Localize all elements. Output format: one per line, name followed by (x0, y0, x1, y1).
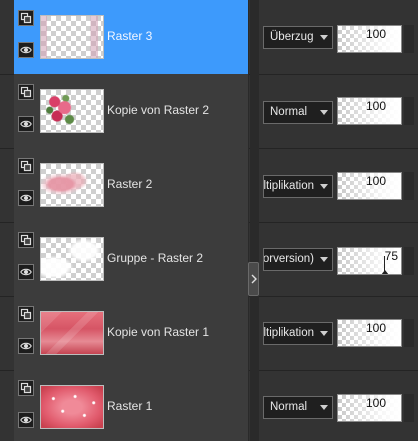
layer-thumbnail (40, 163, 104, 207)
blend-mode-select[interactable]: Luminanz (Vorversion) (263, 248, 333, 271)
splitter-handle[interactable] (248, 262, 259, 296)
layer-row-raster-1[interactable]: Raster 1 Normal 100 (0, 370, 418, 441)
opacity-stepper[interactable] (404, 319, 414, 347)
chevron-down-icon (320, 35, 328, 40)
opacity-slider[interactable]: 100 (337, 25, 402, 53)
layer-thumbnail (40, 89, 104, 133)
layer-name-cell[interactable]: Kopie von Raster 2 (14, 74, 249, 148)
layer-name-cell[interactable]: Raster 1 (14, 370, 249, 441)
layer-row-raster-3[interactable]: Raster 3 Überzug 100 (0, 0, 418, 75)
blend-mode-select[interactable]: Überzug (263, 26, 333, 49)
opacity-value: 75 (384, 249, 398, 263)
layer-name: Kopie von Raster 1 (107, 325, 210, 339)
raster-layer-icon[interactable] (18, 10, 34, 26)
opacity-stepper[interactable] (404, 172, 414, 200)
opacity-slider[interactable]: 100 (337, 97, 402, 125)
layer-thumbnail (40, 311, 104, 355)
opacity-value: 100 (365, 321, 386, 335)
blend-mode-select[interactable]: Normal (263, 101, 333, 124)
layer-row-gruppe-raster-2[interactable]: Gruppe - Raster 2 Luminanz (Vorversion) … (0, 222, 418, 297)
opacity-level-marker[interactable] (381, 270, 389, 274)
blend-mode-select[interactable]: Multiplikation (263, 175, 333, 198)
layer-name-cell[interactable]: Kopie von Raster 1 (14, 296, 249, 370)
chevron-down-icon (320, 110, 328, 115)
layer-name-cell[interactable]: Gruppe - Raster 2 (14, 222, 249, 296)
opacity-slider[interactable]: 75 (337, 247, 402, 275)
eye-icon[interactable] (18, 264, 34, 280)
layer-name-cell[interactable]: Raster 2 (14, 148, 249, 222)
layer-thumbnail (40, 385, 104, 429)
blend-mode-value: Luminanz (Vorversion) (263, 253, 314, 265)
layer-name: Raster 3 (107, 29, 153, 43)
layer-name: Raster 1 (107, 399, 153, 413)
raster-layer-icon[interactable] (18, 380, 34, 396)
eye-icon[interactable] (18, 42, 34, 58)
raster-layer-icon[interactable] (18, 306, 34, 322)
chevron-down-icon (320, 257, 328, 262)
blend-mode-value: Überzug (270, 31, 314, 43)
layers-panel: Raster 3 Überzug 100 Kopie von Raster 2 … (0, 0, 418, 441)
opacity-value: 100 (365, 99, 386, 113)
layer-thumbnail (40, 237, 104, 281)
chevron-down-icon (320, 331, 328, 336)
opacity-slider[interactable]: 100 (337, 172, 402, 200)
opacity-value: 100 (365, 27, 386, 41)
blend-mode-value: Normal (270, 401, 308, 413)
eye-icon[interactable] (18, 116, 34, 132)
layer-row-kopie-von-raster-1[interactable]: Kopie von Raster 1 Multiplikation 100 (0, 296, 418, 371)
layer-name-cell[interactable]: Raster 3 (14, 0, 249, 74)
opacity-stepper[interactable] (404, 25, 414, 53)
opacity-stepper[interactable] (404, 247, 414, 275)
opacity-stepper[interactable] (404, 97, 414, 125)
blend-mode-value: Multiplikation (263, 180, 314, 192)
eye-icon[interactable] (18, 412, 34, 428)
opacity-value: 100 (365, 396, 386, 410)
opacity-stepper[interactable] (404, 394, 414, 422)
eye-icon[interactable] (18, 338, 34, 354)
layer-thumbnail (40, 15, 104, 59)
opacity-value: 100 (365, 174, 386, 188)
chevron-down-icon (320, 405, 328, 410)
layer-row-kopie-von-raster-2[interactable]: Kopie von Raster 2 Normal 100 (0, 74, 418, 149)
blend-mode-select[interactable]: Normal (263, 396, 333, 419)
panel-splitter[interactable] (250, 0, 259, 441)
raster-layer-icon[interactable] (18, 84, 34, 100)
layer-row-raster-2[interactable]: Raster 2 Multiplikation 100 (0, 148, 418, 223)
blend-mode-value: Multiplikation (263, 327, 314, 339)
opacity-slider[interactable]: 100 (337, 394, 402, 422)
blend-mode-select[interactable]: Multiplikation (263, 322, 333, 345)
layer-name: Kopie von Raster 2 (107, 103, 210, 117)
layer-name: Gruppe - Raster 2 (107, 251, 204, 265)
raster-layer-icon[interactable] (18, 158, 34, 174)
blend-mode-value: Normal (270, 106, 308, 118)
opacity-slider[interactable]: 100 (337, 319, 402, 347)
group-layer-icon[interactable] (18, 232, 34, 248)
eye-icon[interactable] (18, 190, 34, 206)
chevron-right-icon (251, 274, 257, 284)
chevron-down-icon (320, 184, 328, 189)
layer-name: Raster 2 (107, 177, 153, 191)
